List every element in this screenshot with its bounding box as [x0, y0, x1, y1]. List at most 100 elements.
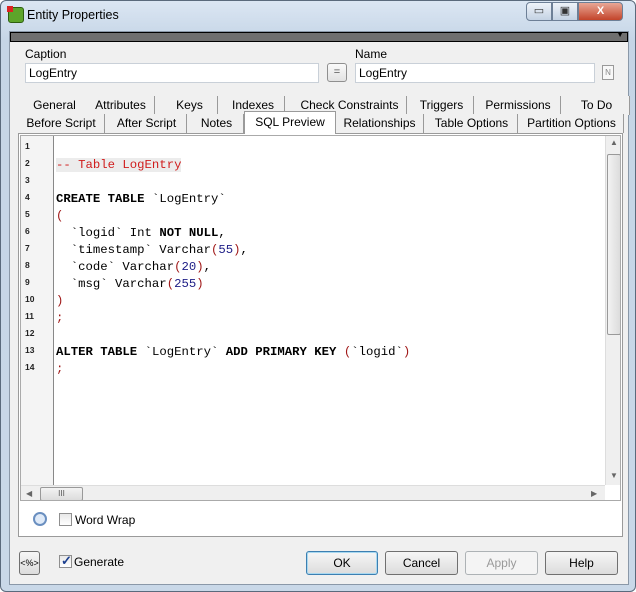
line-number: 2: [25, 158, 30, 168]
cancel-button[interactable]: Cancel: [385, 551, 458, 575]
scroll-up-icon[interactable]: ▲: [610, 138, 618, 147]
line-number: 8: [25, 260, 30, 270]
vertical-scrollbar[interactable]: ▲ ▼: [605, 136, 620, 485]
code-line: ;: [56, 362, 63, 377]
template-button[interactable]: <%>: [19, 551, 40, 575]
code-token: ): [196, 260, 204, 274]
tab-after-script[interactable]: After Script: [107, 114, 187, 133]
code-token: NOT NULL: [159, 226, 219, 240]
tab-sql-preview[interactable]: SQL Preview: [244, 111, 336, 134]
horizontal-scrollbar[interactable]: ◀ III ▶: [21, 485, 605, 500]
tab-before-script[interactable]: Before Script: [18, 114, 105, 133]
scroll-down-icon[interactable]: ▼: [610, 471, 618, 480]
code-token: (: [166, 277, 175, 291]
tab-general[interactable]: General: [20, 96, 90, 115]
find-magnifier-icon[interactable]: [33, 512, 47, 526]
code-line: CREATE TABLE `LogEntry`: [56, 192, 226, 207]
sql-editor[interactable]: 1 2 3 4 5 6 7 8 9 10 11 12 13 14 -- Table LogEntry CRE…: [20, 135, 621, 501]
code-line: ;: [56, 311, 63, 326]
code-token: `msg` Varchar: [56, 277, 167, 291]
collapsible-header-bar[interactable]: ▼: [10, 30, 628, 42]
tab-table-options[interactable]: Table Options: [426, 114, 518, 133]
code-token: ;: [56, 311, 64, 325]
code-token: `logid`: [351, 345, 403, 359]
close-button[interactable]: X: [578, 2, 623, 21]
word-wrap-label: Word Wrap: [75, 513, 136, 527]
equals-button[interactable]: =: [327, 63, 347, 82]
naming-icon[interactable]: N: [602, 65, 614, 80]
ok-button[interactable]: OK: [306, 551, 378, 575]
line-number: 9: [25, 277, 30, 287]
code-line: (: [56, 209, 63, 224]
caption-label: Caption: [25, 47, 67, 61]
code-token: ,: [218, 226, 226, 240]
code-token: ): [402, 345, 411, 359]
code-token: (: [56, 209, 64, 223]
code-line: `msg` Varchar(255): [56, 277, 204, 292]
generate-label: Generate: [74, 555, 125, 569]
code-token: ): [56, 294, 64, 308]
tab-relationships[interactable]: Relationships: [336, 114, 424, 133]
line-number: 7: [25, 243, 30, 253]
app-icon: [7, 6, 24, 23]
tab-to-do[interactable]: To Do: [564, 96, 630, 115]
code-token: -- Table LogEntry: [56, 158, 182, 172]
line-number: 6: [25, 226, 30, 236]
code-token: 255: [174, 277, 197, 291]
code-token: 20: [181, 260, 197, 274]
line-number: 1: [25, 141, 30, 151]
line-number: 14: [25, 362, 35, 372]
code-line: `timestamp` Varchar(55),: [56, 243, 248, 258]
code-line: `code` Varchar(20),: [56, 260, 211, 275]
tab-triggers[interactable]: Triggers: [410, 96, 474, 115]
name-label: Name: [355, 47, 388, 61]
line-number: 10: [25, 294, 35, 304]
line-number: 11: [25, 311, 34, 321]
tab-keys[interactable]: Keys: [162, 96, 218, 115]
tab-attributes[interactable]: Attributes: [87, 96, 155, 115]
scroll-left-icon[interactable]: ◀: [26, 489, 32, 498]
code-token: `timestamp` Varchar: [56, 243, 211, 257]
code-token: ;: [56, 362, 64, 376]
line-number: 12: [25, 328, 35, 338]
line-number: 3: [25, 175, 30, 185]
code-line: `logid` Int NOT NULL,: [56, 226, 226, 241]
code-token: ADD PRIMARY KEY: [225, 345, 337, 359]
code-token: `LogEntry`: [144, 192, 226, 206]
code-token: `logid` Int: [56, 226, 160, 240]
code-token: ,: [240, 243, 248, 257]
window-title: Entity Properties: [27, 8, 119, 22]
tab-permissions[interactable]: Permissions: [476, 96, 561, 115]
name-input[interactable]: LogEntry: [355, 63, 595, 83]
word-wrap-checkbox[interactable]: [59, 513, 72, 526]
entity-properties-window: Entity Properties ▭ ▣ X ▼ Caption LogEnt…: [0, 0, 636, 592]
code-token: `code` Varchar: [56, 260, 175, 274]
code-token: 55: [218, 243, 234, 257]
sql-preview-panel: 1 2 3 4 5 6 7 8 9 10 11 12 13 14 -- Table LogEntry CRE…: [18, 133, 623, 537]
code-line: -- Table LogEntry: [56, 158, 182, 173]
help-button[interactable]: Help: [545, 551, 618, 575]
scroll-right-icon[interactable]: ▶: [591, 489, 597, 498]
code-token: ): [233, 243, 241, 257]
line-number-gutter: 1 2 3 4 5 6 7 8 9 10 11 12 13 14: [21, 136, 54, 485]
code-line: ): [56, 294, 63, 309]
horizontal-scroll-thumb[interactable]: III: [40, 487, 83, 500]
code-token: ,: [203, 260, 212, 274]
maximize-button[interactable]: ▣: [552, 2, 578, 21]
tab-notes[interactable]: Notes: [190, 114, 244, 133]
code-line: ALTER TABLE `LogEntry` ADD PRIMARY KEY (…: [56, 345, 410, 360]
tab-partition-options[interactable]: Partition Options: [520, 114, 624, 133]
code-token: `LogEntry`: [137, 345, 226, 359]
line-number: 5: [25, 209, 30, 219]
code-token: CREATE TABLE: [56, 192, 145, 206]
caption-input[interactable]: LogEntry: [25, 63, 319, 83]
code-token: ): [196, 277, 204, 291]
vertical-scroll-thumb[interactable]: [607, 154, 620, 335]
dropdown-arrow-icon: ▼: [616, 30, 624, 39]
line-number: 4: [25, 192, 30, 202]
generate-checkbox[interactable]: [59, 553, 72, 569]
apply-button[interactable]: Apply: [465, 551, 538, 575]
dialog-client: ▼ Caption LogEntry = Name LogEntry N Gen…: [9, 30, 630, 585]
minimize-button[interactable]: ▭: [526, 2, 552, 21]
